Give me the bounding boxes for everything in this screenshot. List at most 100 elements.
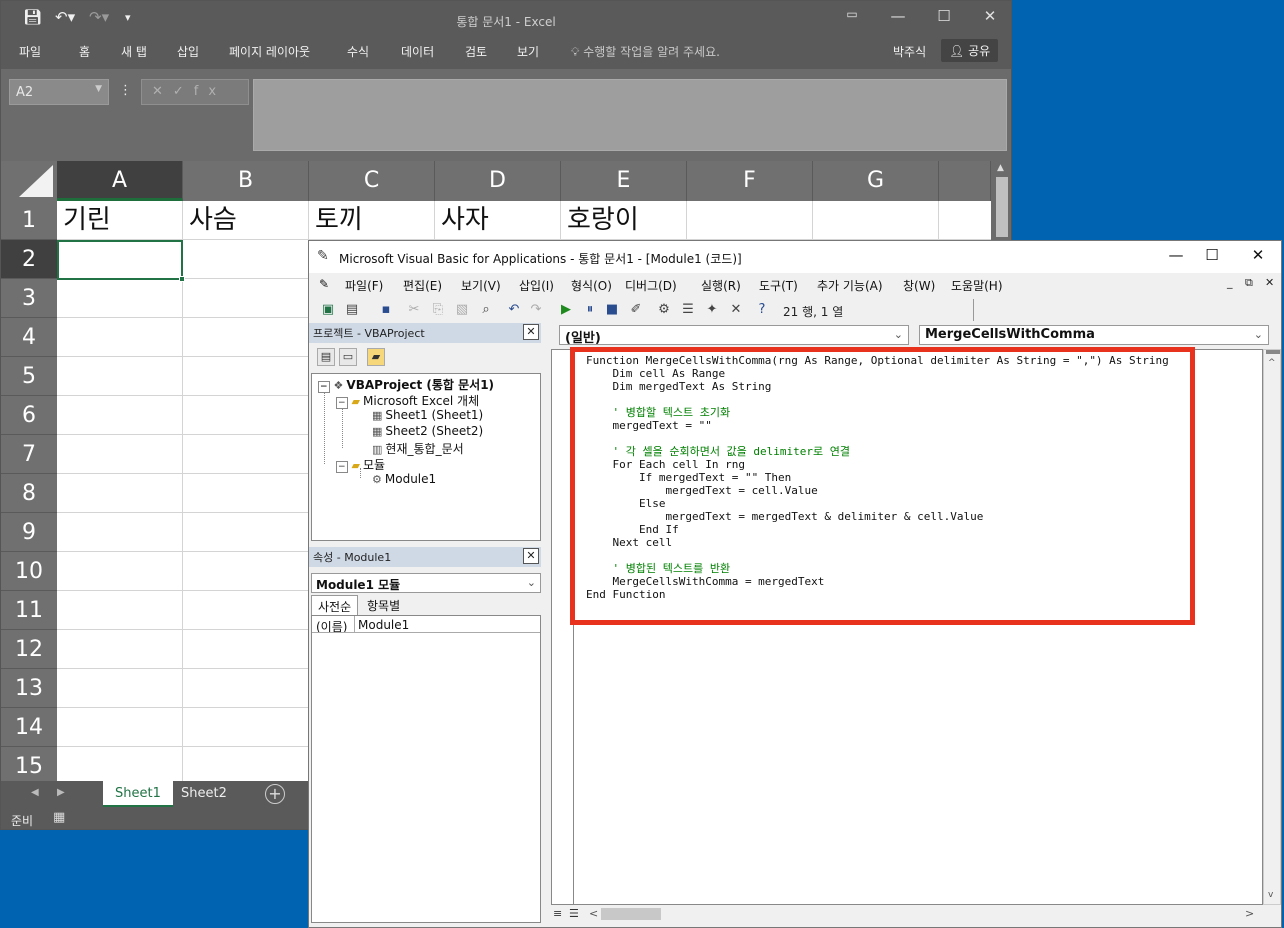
- tab-new[interactable]: 새 탭: [121, 43, 147, 60]
- more-icon[interactable]: ⋮: [119, 83, 132, 98]
- cell-e1[interactable]: 호랑이: [561, 201, 639, 240]
- row-header-4[interactable]: 4: [1, 318, 57, 357]
- row-header-3[interactable]: 3: [1, 279, 57, 318]
- cell-c1[interactable]: 토끼: [309, 201, 363, 240]
- undo-icon[interactable]: ↶: [505, 301, 523, 319]
- scroll-up-icon[interactable]: ▲: [997, 163, 1004, 173]
- scroll-thumb[interactable]: [601, 908, 661, 920]
- close-icon[interactable]: ✕: [975, 7, 1005, 25]
- user-name[interactable]: 박주식: [893, 43, 926, 60]
- selected-cell-a2[interactable]: [57, 240, 185, 282]
- tree-node-modules[interactable]: − ▰ 모듈: [336, 456, 385, 473]
- toolbox-icon[interactable]: ✕: [727, 301, 745, 319]
- pause-icon[interactable]: ⏸: [581, 301, 599, 319]
- paste-icon[interactable]: ▧: [453, 301, 471, 319]
- select-all-button[interactable]: [1, 161, 57, 201]
- properties-object-select[interactable]: Module1 모듈 ⌄: [311, 573, 541, 593]
- row-header-2[interactable]: 2: [1, 240, 57, 279]
- menu-file[interactable]: 파일(F): [345, 277, 383, 294]
- scroll-right-icon[interactable]: >: [1245, 907, 1254, 920]
- object-browser-icon[interactable]: ✦: [703, 301, 721, 319]
- full-module-view-icon[interactable]: ☰: [569, 907, 579, 920]
- tab-view[interactable]: 보기: [517, 43, 539, 60]
- tree-node-thisworkbook[interactable]: ▥ 현재_통합_문서: [372, 440, 464, 457]
- ribbon-display-icon[interactable]: ▭: [837, 7, 867, 21]
- scroll-up-icon[interactable]: ^: [1268, 358, 1276, 368]
- column-header-a[interactable]: A: [57, 161, 183, 201]
- close-icon[interactable]: ✕: [1243, 246, 1273, 264]
- copy-icon[interactable]: ⎘: [429, 301, 447, 319]
- maximize-icon[interactable]: ☐: [929, 7, 959, 25]
- properties-icon[interactable]: ☰: [679, 301, 697, 319]
- object-combo[interactable]: (일반) ⌄: [559, 325, 909, 346]
- tab-categorized[interactable]: 항목별: [361, 595, 406, 615]
- project-tree[interactable]: − ❖ VBAProject (통합 문서1) − ▰ Microsoft Excel …: [311, 373, 541, 541]
- cell-d1[interactable]: 사자: [435, 201, 489, 240]
- property-name-value[interactable]: Module1: [358, 618, 409, 632]
- scroll-down-icon[interactable]: v: [1268, 890, 1273, 900]
- save-icon[interactable]: ▪: [377, 301, 395, 319]
- tree-node-excel-objects[interactable]: − ▰ Microsoft Excel 개체: [336, 392, 479, 409]
- scroll-thumb[interactable]: [996, 177, 1008, 237]
- menu-window[interactable]: 창(W): [903, 277, 935, 294]
- toolbar-grip[interactable]: [973, 299, 981, 321]
- menu-insert[interactable]: 삽입(I): [519, 277, 554, 294]
- column-header-h[interactable]: [939, 161, 991, 201]
- column-header-g[interactable]: G: [813, 161, 939, 201]
- vba-menu-icon[interactable]: ✎: [319, 277, 329, 291]
- tab-alphabetic[interactable]: 사전순: [311, 595, 359, 615]
- cell-b1[interactable]: 사슴: [183, 201, 237, 240]
- macro-record-icon[interactable]: ▦: [53, 810, 65, 825]
- run-icon[interactable]: ▶: [557, 301, 575, 319]
- tree-node-module1[interactable]: ⚙ Module1: [372, 472, 436, 486]
- close-icon[interactable]: ✕: [523, 324, 539, 340]
- minimize-icon[interactable]: —: [883, 7, 913, 25]
- column-header-c[interactable]: C: [309, 161, 435, 201]
- find-icon[interactable]: ⌕: [477, 301, 495, 319]
- view-object-icon[interactable]: ▭: [339, 348, 357, 366]
- row-header-12[interactable]: 12: [1, 630, 57, 669]
- row-header-6[interactable]: 6: [1, 396, 57, 435]
- mdi-close-icon[interactable]: ✕: [1265, 276, 1274, 289]
- row-header-13[interactable]: 13: [1, 669, 57, 708]
- menu-run[interactable]: 실행(R): [701, 277, 741, 294]
- column-header-b[interactable]: B: [183, 161, 309, 201]
- column-header-d[interactable]: D: [435, 161, 561, 201]
- toggle-folders-icon[interactable]: ▰: [367, 348, 385, 366]
- procedure-combo[interactable]: MergeCellsWithComma ⌄: [919, 325, 1269, 345]
- close-icon[interactable]: ✕: [523, 548, 539, 564]
- minimize-icon[interactable]: —: [1161, 246, 1191, 264]
- column-header-f[interactable]: F: [687, 161, 813, 201]
- maximize-icon[interactable]: ☐: [1197, 246, 1227, 264]
- fill-handle[interactable]: [179, 276, 185, 282]
- tree-node-sheet2[interactable]: ▦ Sheet2 (Sheet2): [372, 424, 483, 438]
- row-header-1[interactable]: 1: [1, 201, 57, 240]
- row-header-7[interactable]: 7: [1, 435, 57, 474]
- view-code-icon[interactable]: ▤: [317, 348, 335, 366]
- view-excel-icon[interactable]: ▣: [319, 301, 337, 319]
- menu-debug[interactable]: 디버그(D): [625, 277, 677, 294]
- help-icon[interactable]: ?: [753, 301, 771, 319]
- project-explorer-icon[interactable]: ⚙: [655, 301, 673, 319]
- formula-input[interactable]: [253, 79, 1007, 151]
- tab-formulas[interactable]: 수식: [347, 43, 369, 60]
- menu-view[interactable]: 보기(V): [461, 277, 501, 294]
- row-header-9[interactable]: 9: [1, 513, 57, 552]
- sheet-next-icon[interactable]: ▶: [57, 787, 65, 798]
- scroll-left-icon[interactable]: <: [589, 907, 598, 920]
- row-header-5[interactable]: 5: [1, 357, 57, 396]
- tell-me-box[interactable]: 💡︎ 수행할 작업을 알려 주세요.: [571, 43, 720, 60]
- menu-format[interactable]: 형식(O): [571, 277, 612, 294]
- menu-tools[interactable]: 도구(T): [759, 277, 798, 294]
- collapse-icon[interactable]: −: [336, 397, 348, 409]
- mdi-minimize-icon[interactable]: _: [1227, 276, 1233, 289]
- insert-module-icon[interactable]: ▤: [343, 301, 361, 319]
- code-horizontal-scrollbar[interactable]: ≡ ☰ < >: [549, 905, 1265, 923]
- stop-icon[interactable]: ■: [603, 301, 621, 319]
- menu-addins[interactable]: 추가 기능(A): [817, 277, 883, 294]
- row-header-11[interactable]: 11: [1, 591, 57, 630]
- tree-node-vbaproject[interactable]: − ❖ VBAProject (통합 문서1): [318, 376, 494, 393]
- menu-edit[interactable]: 편집(E): [403, 277, 442, 294]
- design-mode-icon[interactable]: ✐: [627, 301, 645, 319]
- sheet-tab-sheet2[interactable]: Sheet2: [169, 781, 239, 807]
